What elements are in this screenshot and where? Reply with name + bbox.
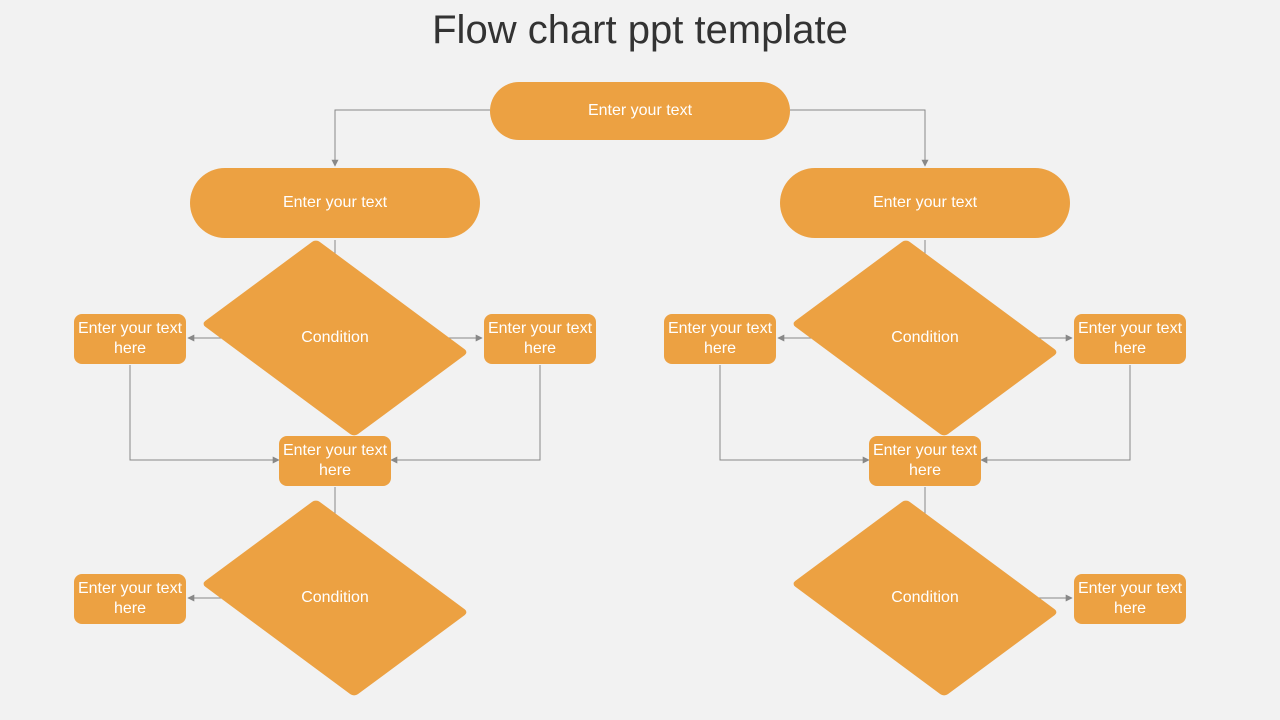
flow-node-right-condition-1: Condition: [845, 278, 1005, 398]
flow-node-right-bottom-box: Enter your text here: [1074, 574, 1186, 624]
flow-node-left-condition-2: Condition: [255, 538, 415, 658]
flow-node-left-condition-1: Condition: [255, 278, 415, 398]
flow-node-right-box-r: Enter your text here: [1074, 314, 1186, 364]
flow-node-left-bottom-box: Enter your text here: [74, 574, 186, 624]
flow-node-left-box-l: Enter your text here: [74, 314, 186, 364]
flow-node-right-terminator: Enter your text: [780, 168, 1070, 238]
flow-node-right-mid: Enter your text here: [869, 436, 981, 486]
flow-node-right-box-l: Enter your text here: [664, 314, 776, 364]
flow-node-right-condition-2: Condition: [845, 538, 1005, 658]
flow-node-left-terminator: Enter your text: [190, 168, 480, 238]
page-title: Flow chart ppt template: [0, 8, 1280, 53]
flow-node-top: Enter your text: [490, 82, 790, 140]
flow-node-left-box-r: Enter your text here: [484, 314, 596, 364]
flow-node-left-mid: Enter your text here: [279, 436, 391, 486]
